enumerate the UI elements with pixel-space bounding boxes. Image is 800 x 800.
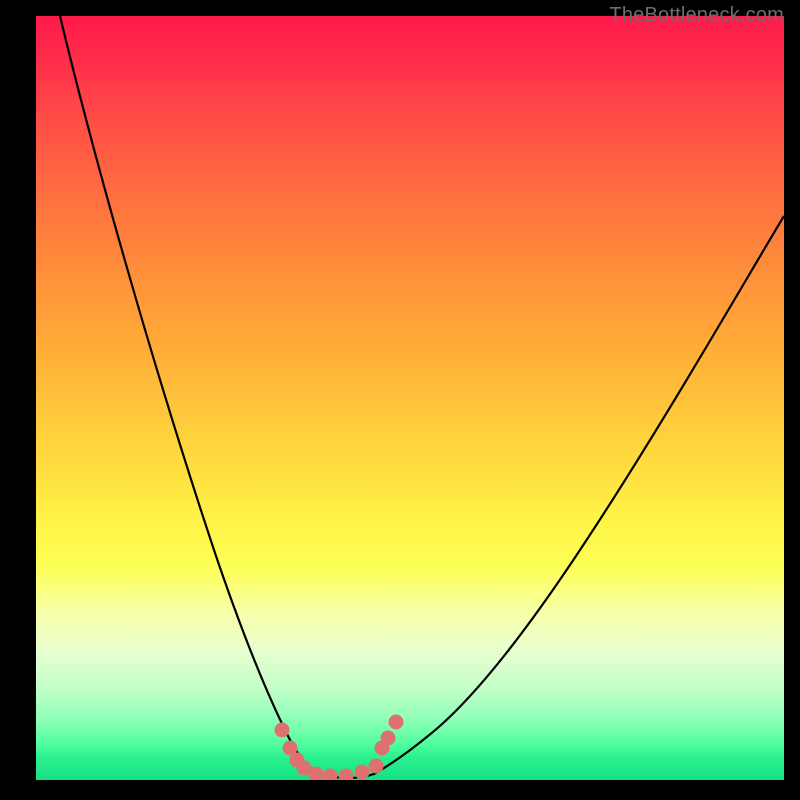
left-curve	[60, 16, 318, 774]
chart-frame: TheBottleneck.com	[0, 0, 800, 800]
data-marker	[369, 759, 384, 774]
right-curve	[374, 216, 784, 774]
data-marker	[355, 765, 370, 780]
curve-group	[60, 16, 784, 778]
data-marker	[323, 769, 338, 781]
marker-group	[275, 715, 404, 781]
watermark-text: TheBottleneck.com	[609, 4, 784, 27]
data-marker	[389, 715, 404, 730]
chart-svg	[36, 16, 784, 780]
data-marker	[339, 769, 354, 781]
data-marker	[381, 731, 396, 746]
plot-area	[36, 16, 784, 780]
data-marker	[275, 723, 290, 738]
